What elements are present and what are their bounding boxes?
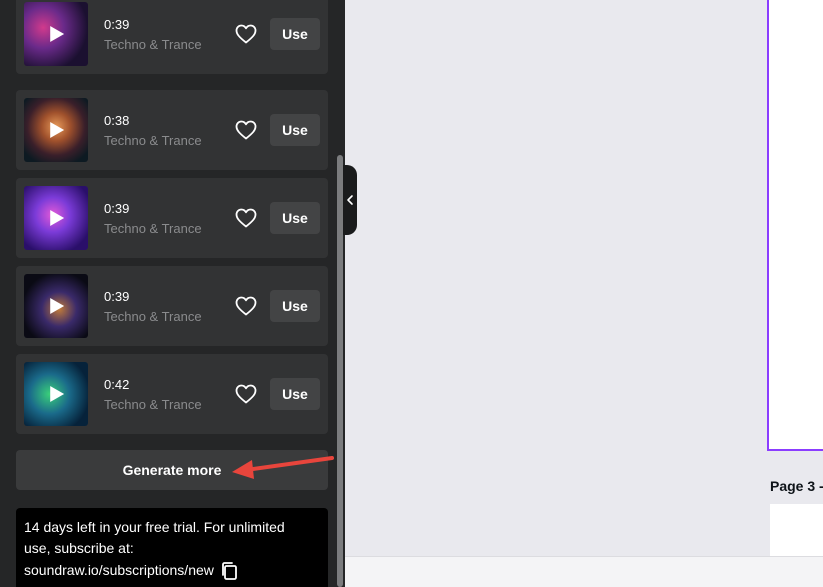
track-thumbnail[interactable]	[24, 98, 88, 162]
track-thumbnail[interactable]	[24, 362, 88, 426]
design-page-next[interactable]	[770, 504, 823, 564]
heart-icon[interactable]	[234, 294, 258, 318]
use-button[interactable]: Use	[270, 378, 320, 410]
track-thumbnail[interactable]	[24, 186, 88, 250]
editor-bottom-bar	[345, 556, 823, 587]
trial-notice: 14 days left in your free trial. For unl…	[16, 508, 328, 587]
use-button[interactable]: Use	[270, 202, 320, 234]
track-duration: 0:38	[104, 113, 130, 128]
track-card[interactable]: 0:38 Techno & Trance Use	[16, 90, 328, 170]
trial-text-line-2: use, subscribe at:	[24, 540, 134, 556]
track-genre: Techno & Trance	[104, 309, 202, 324]
trial-text-line-1: 14 days left in your free trial. For unl…	[24, 519, 285, 535]
track-duration: 0:39	[104, 289, 130, 304]
track-genre: Techno & Trance	[104, 37, 202, 52]
play-icon[interactable]	[50, 26, 65, 42]
design-page-selected[interactable]	[767, 0, 823, 451]
heart-icon[interactable]	[234, 206, 258, 230]
play-icon[interactable]	[50, 298, 65, 314]
track-card[interactable]: 0:39 Techno & Trance Use	[16, 0, 328, 74]
use-button[interactable]: Use	[270, 114, 320, 146]
track-card[interactable]: 0:42 Techno & Trance Use	[16, 354, 328, 434]
trial-link-row: soundraw.io/subscriptions/new	[24, 559, 320, 581]
red-arrow-annotation	[232, 456, 334, 479]
track-card[interactable]: 0:39 Techno & Trance Use	[16, 266, 328, 346]
heart-icon[interactable]	[234, 118, 258, 142]
track-duration: 0:39	[104, 201, 130, 216]
track-duration: 0:39	[104, 17, 130, 32]
page-label: Page 3 -	[770, 478, 823, 494]
track-genre: Techno & Trance	[104, 221, 202, 236]
track-duration: 0:42	[104, 377, 130, 392]
play-icon[interactable]	[50, 210, 65, 226]
track-thumbnail[interactable]	[24, 2, 88, 66]
audio-panel: 0:39 Techno & Trance Use 0:38 Techno & T…	[0, 0, 345, 587]
copy-icon[interactable]	[220, 561, 238, 581]
track-genre: Techno & Trance	[104, 133, 202, 148]
track-card[interactable]: 0:39 Techno & Trance Use	[16, 178, 328, 258]
chevron-left-icon	[347, 195, 353, 205]
collapse-panel-button[interactable]	[343, 165, 357, 235]
play-icon[interactable]	[50, 386, 65, 402]
track-genre: Techno & Trance	[104, 397, 202, 412]
heart-icon[interactable]	[234, 382, 258, 406]
use-button[interactable]: Use	[270, 18, 320, 50]
track-thumbnail[interactable]	[24, 274, 88, 338]
play-icon[interactable]	[50, 122, 65, 138]
subscription-link[interactable]: soundraw.io/subscriptions/new	[24, 560, 214, 581]
use-button[interactable]: Use	[270, 290, 320, 322]
heart-icon[interactable]	[234, 22, 258, 46]
